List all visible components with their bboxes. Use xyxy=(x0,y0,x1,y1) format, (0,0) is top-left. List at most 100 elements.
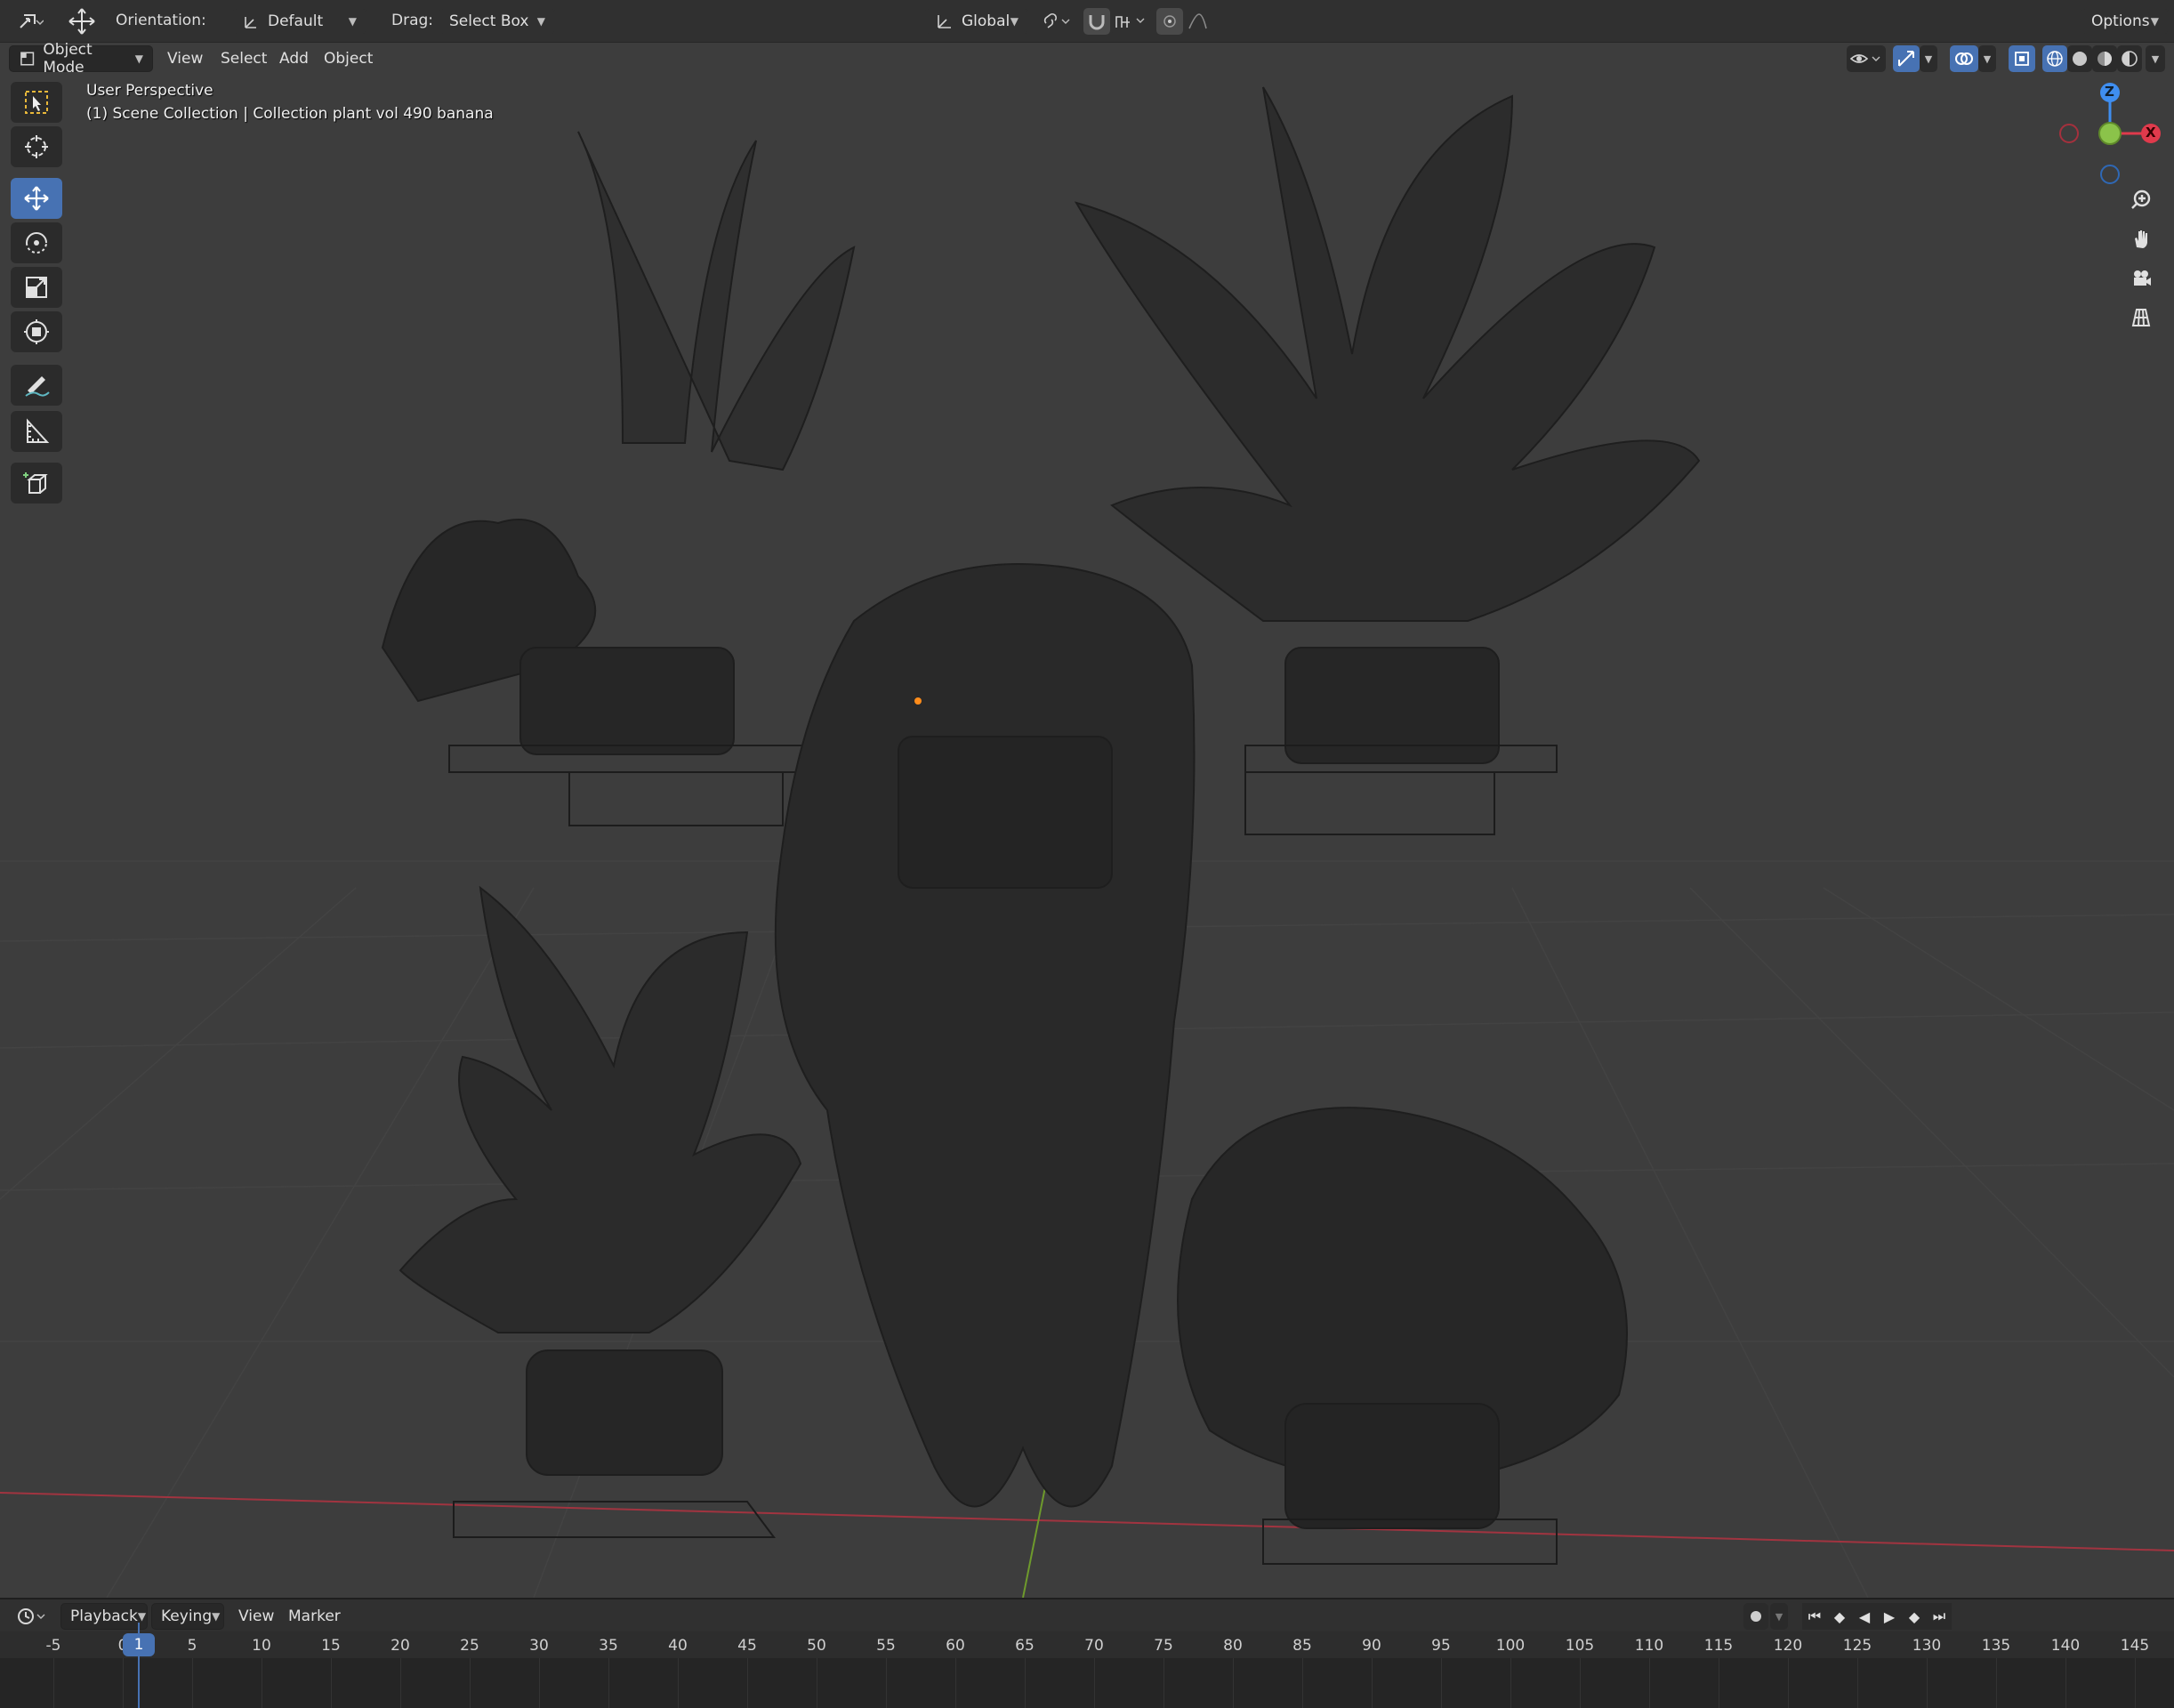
timeline-menu-view[interactable]: View xyxy=(231,1603,281,1630)
mode-value: Object Mode xyxy=(43,41,93,77)
editor-type-button[interactable] xyxy=(9,8,52,35)
chevron-down-icon: ▼ xyxy=(348,15,357,28)
frame-tick-label: 145 xyxy=(2120,1637,2150,1655)
menu-object[interactable]: Object xyxy=(317,45,380,72)
gizmo-toggle-button[interactable] xyxy=(1893,45,1920,72)
pivot-point-button[interactable] xyxy=(1037,8,1076,35)
orientation-icon xyxy=(245,17,256,28)
3d-viewport[interactable]: User Perspective (1) Scene Collection | … xyxy=(0,43,2174,1598)
next-keyframe-button[interactable]: ◆ xyxy=(1902,1603,1927,1630)
visibility-button[interactable] xyxy=(1847,45,1886,72)
navigation-gizmo[interactable]: Z X xyxy=(2055,78,2170,194)
tool-add-cube[interactable] xyxy=(11,463,62,504)
shading-options-button[interactable]: ▼ xyxy=(2146,45,2165,72)
timeline-tracks[interactable] xyxy=(0,1658,2174,1708)
overlays-toggle-button[interactable] xyxy=(1950,45,1978,72)
orientation-dropdown[interactable]: Default ▼ xyxy=(233,8,366,35)
plant-center-hanging xyxy=(774,563,1196,1508)
falloff-button[interactable] xyxy=(1185,8,1224,35)
proportional-editing-button[interactable] xyxy=(1156,8,1183,35)
editor-type-icon xyxy=(20,14,44,28)
tool-select-box[interactable] xyxy=(11,82,62,123)
chevron-down-icon: ▼ xyxy=(137,1610,147,1623)
chevron-down-icon: ▼ xyxy=(1924,52,1933,65)
ortho-toggle-button[interactable] xyxy=(2130,306,2165,342)
auto-key-options-button[interactable]: ▼ xyxy=(1770,1603,1788,1630)
tool-scale[interactable] xyxy=(11,267,62,308)
scene-canvas xyxy=(0,86,2174,1598)
frame-tick-label: 10 xyxy=(252,1637,271,1655)
transform-orientation-dropdown[interactable]: Global ▼ xyxy=(925,8,1028,35)
eye-icon xyxy=(1849,54,1880,63)
frame-gridline xyxy=(1788,1658,1789,1708)
tool-measure[interactable] xyxy=(11,411,62,452)
play-reverse-button[interactable]: ◀ xyxy=(1852,1603,1877,1630)
frame-gridline xyxy=(1857,1658,1858,1708)
drag-dropdown[interactable]: Select Box ▼ xyxy=(439,8,555,35)
playback-dropdown[interactable]: Playback ▼ xyxy=(60,1603,148,1630)
record-button[interactable] xyxy=(1743,1603,1768,1630)
tool-annotate[interactable] xyxy=(11,365,62,406)
menu-add[interactable]: Add xyxy=(272,45,316,72)
zoom-button[interactable] xyxy=(2130,189,2165,224)
frame-gridline xyxy=(53,1658,54,1708)
camera-view-button[interactable] xyxy=(2130,267,2165,302)
frame-gridline xyxy=(1094,1658,1095,1708)
keying-dropdown[interactable]: Keying ▼ xyxy=(151,1603,224,1630)
timeline-menu-marker[interactable]: Marker xyxy=(281,1603,348,1630)
tool-rotate[interactable] xyxy=(11,222,62,263)
frame-gridline xyxy=(886,1658,887,1708)
frame-tick-label: -5 xyxy=(45,1637,61,1655)
jump-start-button[interactable]: ⏮ xyxy=(1802,1603,1827,1630)
timeline-editor-type-button[interactable] xyxy=(11,1603,53,1630)
snap-target-button[interactable] xyxy=(1112,8,1151,35)
plant-bottom-right xyxy=(1177,1107,1628,1565)
drag-label: Drag: xyxy=(391,12,434,29)
prev-keyframe-button[interactable]: ◆ xyxy=(1827,1603,1852,1630)
gizmo-options-button[interactable]: ▼ xyxy=(1920,45,1937,72)
shading-wireframe-button[interactable] xyxy=(2042,45,2067,72)
frame-gridline xyxy=(1649,1658,1650,1708)
rendered-sphere-icon xyxy=(2122,51,2138,67)
frame-gridline xyxy=(400,1658,401,1708)
pan-button[interactable] xyxy=(2130,228,2165,263)
frame-gridline xyxy=(1233,1658,1234,1708)
frame-tick-label: 130 xyxy=(1912,1637,1942,1655)
frame-tick-label: 5 xyxy=(187,1637,197,1655)
shading-rendered-button[interactable] xyxy=(2117,45,2142,72)
overlays-options-button[interactable]: ▼ xyxy=(1978,45,1996,72)
jump-end-icon: ⏭ xyxy=(1932,1607,1946,1624)
tool-move[interactable] xyxy=(11,178,62,219)
snap-toggle-button[interactable] xyxy=(1083,8,1110,35)
frame-gridline xyxy=(470,1658,471,1708)
frame-tick-label: 45 xyxy=(737,1637,757,1655)
chevron-down-icon: ▼ xyxy=(1983,52,1992,65)
play-reverse-icon: ◀ xyxy=(1858,1607,1871,1625)
frame-gridline xyxy=(747,1658,748,1708)
pencil-icon xyxy=(25,376,50,397)
orientation-value: Default xyxy=(268,12,324,30)
magnet-icon xyxy=(1089,15,1105,30)
frame-gridline xyxy=(1927,1658,1928,1708)
chevron-down-icon: ▼ xyxy=(134,52,143,65)
menu-select[interactable]: Select xyxy=(213,45,274,72)
play-button[interactable]: ▶ xyxy=(1877,1603,1902,1630)
frame-tick-label: 120 xyxy=(1773,1637,1803,1655)
current-frame-indicator[interactable]: 1 xyxy=(123,1633,155,1656)
frame-tick-label: 40 xyxy=(668,1637,688,1655)
jump-end-button[interactable]: ⏭ xyxy=(1927,1603,1952,1630)
options-dropdown[interactable]: Options ▼ xyxy=(2081,8,2169,35)
xray-toggle-button[interactable] xyxy=(2009,45,2035,72)
shading-material-button[interactable] xyxy=(2092,45,2117,72)
tool-cursor[interactable] xyxy=(11,126,62,167)
transform-tool-icon[interactable] xyxy=(62,8,101,35)
tool-transform[interactable] xyxy=(11,311,62,352)
menu-view[interactable]: View xyxy=(160,45,210,72)
jump-start-icon: ⏮ xyxy=(1808,1607,1822,1624)
frame-ruler[interactable]: -505101520253035404550556065707580859095… xyxy=(0,1631,2174,1658)
plant-top-left xyxy=(381,131,856,826)
frame-gridline xyxy=(123,1658,124,1708)
frame-gridline xyxy=(1025,1658,1026,1708)
mode-dropdown[interactable]: Object Mode ▼ xyxy=(9,41,153,77)
shading-solid-button[interactable] xyxy=(2067,45,2092,72)
